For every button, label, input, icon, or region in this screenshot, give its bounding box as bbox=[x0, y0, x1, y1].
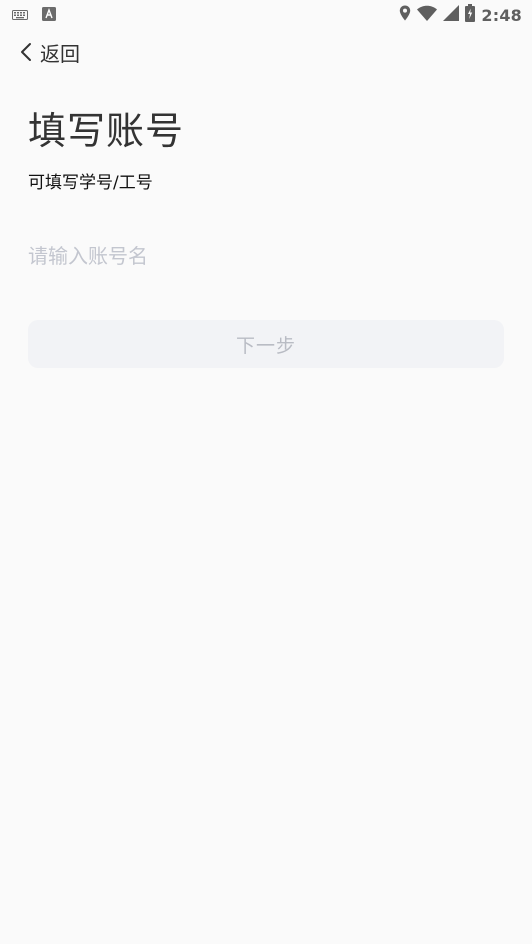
page-title: 填写账号 bbox=[28, 109, 185, 153]
screen: 2:48 返回 填写账号 可填写学号/工号 下一步 bbox=[0, 0, 532, 944]
keyboard-icon bbox=[12, 6, 28, 25]
account-input[interactable] bbox=[28, 236, 504, 276]
signal-icon bbox=[443, 5, 460, 25]
status-bar: 2:48 bbox=[0, 0, 532, 28]
status-right: 2:48 bbox=[399, 4, 522, 26]
page-subtitle: 可填写学号/工号 bbox=[28, 173, 153, 193]
status-left bbox=[12, 6, 56, 25]
back-label: 返回 bbox=[40, 41, 80, 66]
next-button[interactable]: 下一步 bbox=[28, 320, 504, 368]
back-button[interactable]: 返回 bbox=[16, 36, 80, 68]
font-a-icon bbox=[42, 6, 56, 25]
chevron-left-icon bbox=[16, 40, 36, 64]
wifi-icon bbox=[417, 5, 438, 25]
location-icon bbox=[399, 5, 411, 25]
battery-icon bbox=[465, 4, 476, 26]
status-time: 2:48 bbox=[481, 5, 522, 25]
